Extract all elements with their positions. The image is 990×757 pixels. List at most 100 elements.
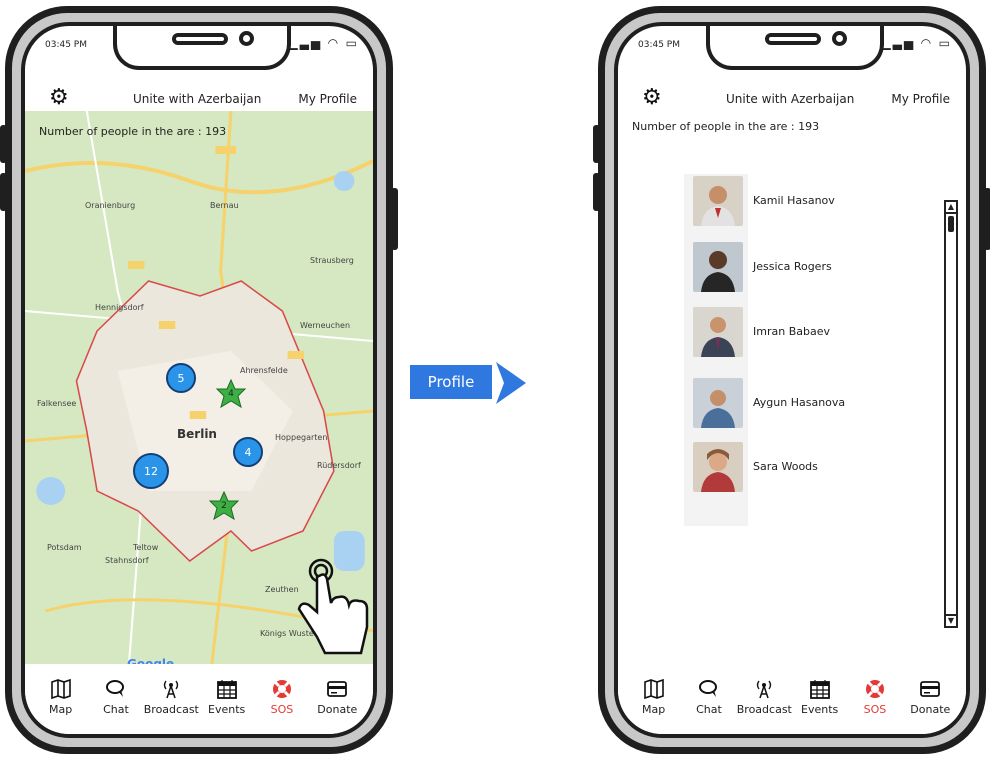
calendar-icon xyxy=(216,678,238,700)
screen: 03:45 PM ▁▃▅ ◠ ▭ ⚙ Unite with Azerbaijan… xyxy=(614,22,970,738)
avatar xyxy=(693,242,743,292)
scroll-up-icon[interactable]: ▲ xyxy=(946,202,956,214)
tab-map[interactable]: Map xyxy=(35,678,87,734)
person-name: Aygun Hasanova xyxy=(753,396,846,409)
avatar xyxy=(693,176,743,226)
battery-icon: ▭ xyxy=(345,36,359,50)
gear-icon[interactable]: ⚙ xyxy=(49,87,69,109)
tab-events[interactable]: Events xyxy=(201,678,253,734)
lifebuoy-icon xyxy=(271,678,293,700)
app-title: Unite with Azerbaijan xyxy=(726,92,855,106)
avatar xyxy=(693,378,743,428)
battery-icon: ▭ xyxy=(938,36,952,50)
volume-down-button xyxy=(0,173,7,211)
star-marker[interactable]: 4 xyxy=(214,378,248,412)
tab-donate[interactable]: Donate xyxy=(311,678,363,734)
map-label: Werneuchen xyxy=(300,321,351,330)
tab-events[interactable]: Events xyxy=(794,678,846,734)
app-header: ⚙ Unite with Azerbaijan My Profile xyxy=(25,86,373,114)
map-label: Ahrensfelde xyxy=(240,366,288,375)
list-item-person[interactable]: Jessica Rogers xyxy=(693,242,893,294)
lifebuoy-icon xyxy=(864,678,886,700)
status-icons: ▁▃▅ ◠ ▭ xyxy=(881,36,952,50)
list-item-person[interactable]: Imran Babaev xyxy=(693,307,893,359)
signal-icon: ▁▃▅ xyxy=(288,36,323,50)
volume-down-button xyxy=(593,173,600,211)
wifi-icon: ◠ xyxy=(328,36,340,50)
cluster-marker[interactable]: 12 xyxy=(133,453,169,489)
map-icon xyxy=(643,678,665,700)
tab-donate[interactable]: Donate xyxy=(904,678,956,734)
list-item-person[interactable]: Aygun Hasanova xyxy=(693,378,893,430)
cluster-marker[interactable]: 5 xyxy=(166,363,196,393)
app-title: Unite with Azerbaijan xyxy=(133,92,262,106)
scroll-thumb[interactable] xyxy=(948,216,954,232)
map-label: Teltow xyxy=(133,543,159,552)
status-time: 03:45 PM xyxy=(638,40,680,50)
avatar xyxy=(693,307,743,357)
map-label: Stahnsdorf xyxy=(105,556,149,565)
cluster-marker[interactable]: 4 xyxy=(233,437,263,467)
arrow-right-icon xyxy=(496,362,526,404)
map-label: Hennigsdorf xyxy=(95,303,144,312)
chat-icon xyxy=(105,678,127,700)
tab-sos[interactable]: SOS xyxy=(849,678,901,734)
map-label: Potsdam xyxy=(47,543,82,552)
tab-chat[interactable]: Chat xyxy=(683,678,735,734)
map-icon xyxy=(50,678,72,700)
broadcast-icon xyxy=(753,678,775,700)
person-name: Kamil Hasanov xyxy=(753,194,835,207)
card-icon xyxy=(326,678,348,700)
tab-map[interactable]: Map xyxy=(628,678,680,734)
map-label: Strausberg xyxy=(310,256,354,265)
list-item-person[interactable]: Kamil Hasanov xyxy=(693,176,893,228)
person-name: Jessica Rogers xyxy=(753,260,832,273)
screen: 03:45 PM ▁▃▅ ◠ ▭ ⚙ Unite with Azerbaijan… xyxy=(21,22,377,738)
my-profile-link[interactable]: My Profile xyxy=(891,92,950,106)
people-count: Number of people in the are : 193 xyxy=(632,120,820,133)
tab-broadcast[interactable]: Broadcast xyxy=(737,678,792,734)
chat-icon xyxy=(698,678,720,700)
map-label: Oranienburg xyxy=(85,201,136,210)
signal-icon: ▁▃▅ xyxy=(881,36,916,50)
list-scrollbar[interactable]: ▲ ▼ xyxy=(944,200,958,628)
avatar xyxy=(693,442,743,492)
person-name: Imran Babaev xyxy=(753,325,830,338)
power-button xyxy=(391,188,398,250)
map-label: Rüdersdorf xyxy=(317,461,361,470)
phone-profile-screen: 03:45 PM ▁▃▅ ◠ ▭ ⚙ Unite with Azerbaijan… xyxy=(593,6,990,754)
scroll-down-icon[interactable]: ▼ xyxy=(946,614,956,626)
map-view[interactable]: Number of people in the are : 193 Oranie… xyxy=(25,111,373,677)
speaker xyxy=(765,33,821,45)
people-count: Number of people in the are : 193 xyxy=(39,125,227,138)
map-label: Hoppegarten xyxy=(275,433,328,442)
tab-broadcast[interactable]: Broadcast xyxy=(144,678,199,734)
tab-chat[interactable]: Chat xyxy=(90,678,142,734)
map-label: Falkensee xyxy=(37,399,77,408)
bottom-tab-bar: Map Chat Broadcast Events SOS Donate xyxy=(25,664,373,734)
status-time: 03:45 PM xyxy=(45,40,87,50)
volume-up-button xyxy=(0,125,7,163)
my-profile-link[interactable]: My Profile xyxy=(298,92,357,106)
camera xyxy=(239,31,254,46)
hand-pointer-icon xyxy=(297,558,369,655)
camera xyxy=(832,31,847,46)
city-label-berlin: Berlin xyxy=(177,427,217,441)
gear-icon[interactable]: ⚙ xyxy=(642,87,662,109)
volume-up-button xyxy=(593,125,600,163)
list-item-person[interactable]: Sara Woods xyxy=(693,442,893,494)
status-icons: ▁▃▅ ◠ ▭ xyxy=(288,36,359,50)
star-marker[interactable]: 2 xyxy=(207,490,241,524)
card-icon xyxy=(919,678,941,700)
bottom-tab-bar: Map Chat Broadcast Events SOS Donate xyxy=(618,664,966,734)
phone-map-screen: 03:45 PM ▁▃▅ ◠ ▭ ⚙ Unite with Azerbaijan… xyxy=(0,6,398,754)
notch xyxy=(113,26,291,70)
app-header: ⚙ Unite with Azerbaijan My Profile xyxy=(618,86,966,114)
calendar-icon xyxy=(809,678,831,700)
wifi-icon: ◠ xyxy=(921,36,933,50)
tab-sos[interactable]: SOS xyxy=(256,678,308,734)
map-label: Bernau xyxy=(210,201,239,210)
broadcast-icon xyxy=(160,678,182,700)
notch xyxy=(706,26,884,70)
speaker xyxy=(172,33,228,45)
